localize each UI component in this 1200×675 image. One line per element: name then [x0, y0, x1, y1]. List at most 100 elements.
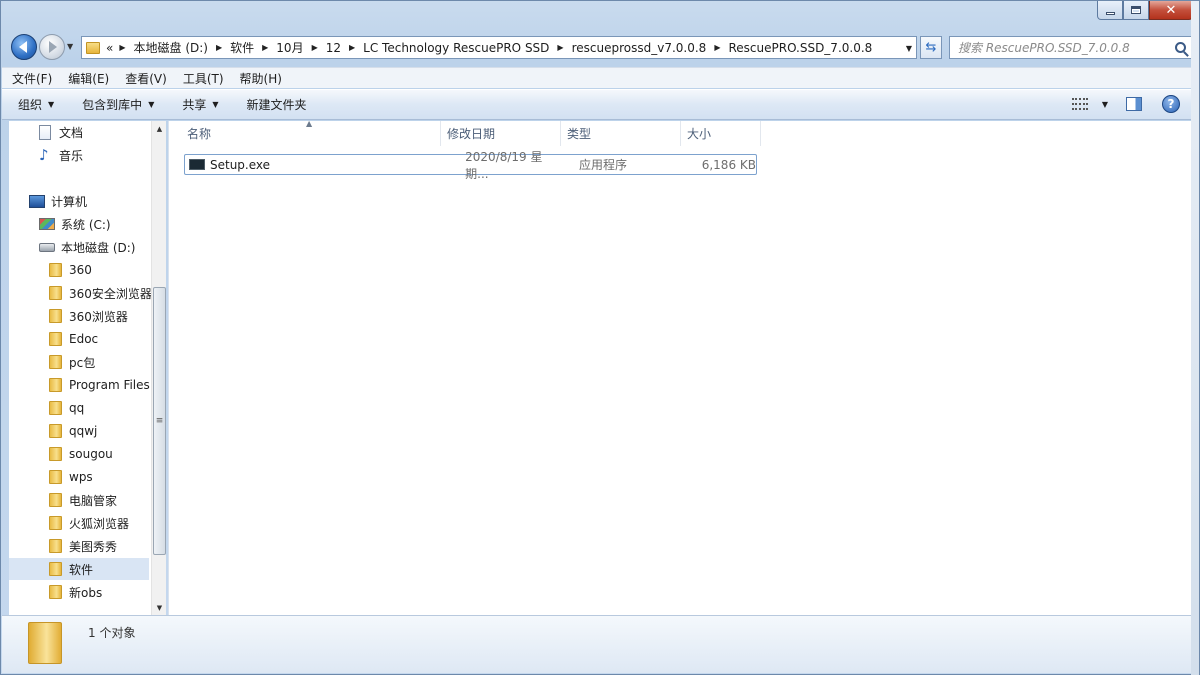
column-header-date[interactable]: 修改日期: [441, 121, 561, 146]
sidebar-item-label: 系统 (C:): [61, 217, 111, 232]
chevron-right-icon[interactable]: ▶: [216, 43, 222, 52]
breadcrumb-item[interactable]: 软件: [230, 39, 254, 56]
sidebar-item-folder[interactable]: Program Files: [9, 374, 150, 396]
column-header-label: 修改日期: [447, 127, 496, 141]
sidebar-item-folder[interactable]: qqwj: [9, 420, 149, 442]
chevron-right-icon[interactable]: ▶: [714, 43, 720, 52]
sidebar-item-software[interactable]: 软件: [9, 558, 149, 580]
column-header-label: 名称: [187, 127, 212, 141]
organize-button[interactable]: 组织 ▼: [18, 96, 54, 113]
chevron-down-icon[interactable]: ▼: [1102, 100, 1108, 109]
document-icon: [39, 124, 51, 140]
sidebar-item-folder[interactable]: 新obs: [9, 581, 149, 603]
view-options-icon[interactable]: [1071, 98, 1088, 110]
sidebar-item-label: qqwj: [69, 424, 98, 438]
sidebar-scrollbar[interactable]: ▲ ≡ ▼: [151, 121, 166, 615]
menu-file[interactable]: 文件(F): [12, 70, 52, 87]
column-header-label: 大小: [687, 127, 712, 141]
sidebar-item-label: 新obs: [69, 585, 103, 600]
column-header-name[interactable]: ▲ 名称: [169, 119, 441, 146]
sidebar-item-local-disk[interactable]: 本地磁盘 (D:): [9, 236, 149, 258]
sidebar-item-label: 电脑管家: [69, 493, 118, 508]
sidebar-item-folder[interactable]: Edoc: [9, 328, 149, 350]
chevron-right-icon[interactable]: ▶: [349, 43, 355, 52]
new-folder-label: 新建文件夹: [246, 98, 307, 112]
back-button[interactable]: [11, 34, 37, 60]
sidebar-item-label: pc包: [69, 355, 96, 370]
sidebar-item-folder[interactable]: 火狐浏览器: [9, 512, 149, 534]
sidebar-item-documents[interactable]: 文档: [9, 121, 149, 143]
folder-icon: [49, 424, 62, 438]
sidebar-item-label: sougou: [69, 447, 113, 461]
breadcrumb-item[interactable]: 本地磁盘 (D:): [134, 39, 208, 56]
minimize-button[interactable]: [1097, 1, 1123, 20]
folder-icon: [49, 562, 62, 576]
sidebar-item-folder[interactable]: 360安全浏览器: [9, 282, 152, 304]
refresh-button[interactable]: ⇆: [920, 36, 942, 59]
forward-button[interactable]: [39, 34, 65, 60]
sidebar-item-folder[interactable]: sougou: [9, 443, 149, 465]
column-header-size[interactable]: 大小: [681, 121, 761, 146]
address-dropdown-icon[interactable]: ▼: [906, 44, 912, 53]
scroll-up-icon[interactable]: ▲: [152, 121, 166, 136]
breadcrumb-item[interactable]: 10月: [276, 39, 303, 56]
sidebar-item-label: 360安全浏览器: [69, 286, 152, 301]
sidebar-item-label: 美图秀秀: [69, 539, 118, 554]
column-header-type[interactable]: 类型: [561, 121, 681, 146]
preview-pane-icon[interactable]: [1126, 97, 1142, 111]
organize-label: 组织: [18, 98, 43, 112]
file-row[interactable]: Setup.exe 2020/8/19 星期... 应用程序 6,186 KB: [184, 150, 757, 181]
search-input[interactable]: 搜索 RescuePRO.SSD_7.0.0.8: [958, 39, 1130, 56]
maximize-button[interactable]: [1123, 1, 1149, 20]
chevron-right-icon[interactable]: ▶: [119, 43, 125, 52]
sidebar-item-computer[interactable]: 计算机: [9, 190, 149, 212]
address-bar[interactable]: « ▶ 本地磁盘 (D:) ▶ 软件 ▶ 10月 ▶ 12 ▶ LC Techn…: [81, 36, 917, 59]
breadcrumb-item[interactable]: LC Technology RescuePRO SSD: [363, 41, 549, 55]
sidebar-item-label: wps: [69, 470, 93, 484]
folder-icon: [49, 378, 62, 392]
breadcrumb-item[interactable]: 12: [326, 41, 341, 55]
close-icon: ✕: [1165, 2, 1177, 18]
scroll-down-icon[interactable]: ▼: [152, 600, 166, 615]
menu-help[interactable]: 帮助(H): [240, 70, 282, 87]
sidebar-item-label: Program Files: [69, 378, 150, 392]
menu-view[interactable]: 查看(V): [125, 70, 167, 87]
sidebar-item-folder[interactable]: 电脑管家: [9, 489, 149, 511]
folder-icon: [49, 263, 62, 277]
sidebar-item-folder[interactable]: qq: [9, 397, 149, 419]
breadcrumb-item[interactable]: rescueprossd_v7.0.0.8: [572, 41, 707, 55]
file-date: 2020/8/19 星期...: [465, 149, 543, 181]
sidebar-item-folder[interactable]: 美图秀秀: [9, 535, 149, 557]
sidebar-item-folder[interactable]: 360: [9, 259, 149, 281]
sidebar-item-label: 计算机: [51, 194, 88, 209]
recent-pages-dropdown[interactable]: ▼: [67, 42, 73, 51]
help-icon[interactable]: ?: [1162, 95, 1180, 113]
chevron-right-icon[interactable]: ▶: [312, 43, 318, 52]
scrollbar-thumb[interactable]: ≡: [153, 287, 166, 555]
folder-icon: [49, 447, 62, 461]
sidebar-item-folder[interactable]: pc包: [9, 351, 149, 373]
window-right-edge: [1191, 1, 1199, 675]
new-folder-button[interactable]: 新建文件夹: [247, 96, 307, 113]
system-drive-icon: [39, 218, 55, 230]
search-icon[interactable]: [1175, 42, 1186, 53]
menu-tools[interactable]: 工具(T): [183, 70, 224, 87]
chevron-right-icon[interactable]: ▶: [262, 43, 268, 52]
folder-icon: [49, 585, 62, 599]
share-button[interactable]: 共享 ▼: [182, 96, 218, 113]
chevron-right-icon[interactable]: ▶: [557, 43, 563, 52]
chevron-down-icon: ▼: [148, 100, 155, 109]
sidebar-item-system-drive[interactable]: 系统 (C:): [9, 213, 149, 235]
sidebar-item-folder[interactable]: wps: [9, 466, 149, 488]
sidebar-item-folder[interactable]: 360浏览器: [9, 305, 149, 327]
search-box[interactable]: 搜索 RescuePRO.SSD_7.0.0.8: [949, 36, 1193, 59]
breadcrumb-item[interactable]: RescuePRO.SSD_7.0.0.8: [728, 41, 872, 55]
close-button[interactable]: ✕: [1149, 1, 1193, 20]
folder-icon: [49, 332, 62, 346]
menu-edit[interactable]: 编辑(E): [68, 70, 109, 87]
sidebar-item-label: 火狐浏览器: [69, 516, 130, 531]
include-in-library-button[interactable]: 包含到库中 ▼: [82, 96, 154, 113]
sidebar-item-music[interactable]: ♪ 音乐: [9, 144, 149, 166]
explorer-window: ✕ ▼ « ▶ 本地磁盘 (D:) ▶ 软件 ▶ 10月 ▶ 12 ▶ LC T…: [0, 0, 1200, 675]
breadcrumb-overflow[interactable]: «: [106, 41, 113, 55]
